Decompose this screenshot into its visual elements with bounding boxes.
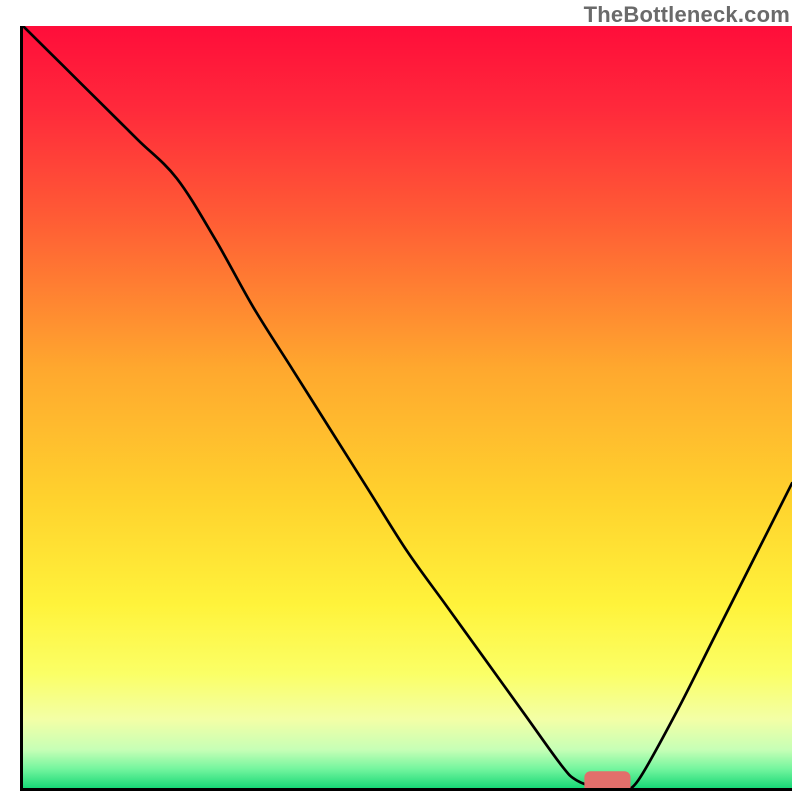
chart-container: TheBottleneck.com: [0, 0, 800, 800]
plot-area: [20, 26, 792, 791]
optimal-marker: [584, 771, 630, 788]
watermark-text: TheBottleneck.com: [584, 2, 790, 28]
marker-layer: [23, 26, 792, 788]
